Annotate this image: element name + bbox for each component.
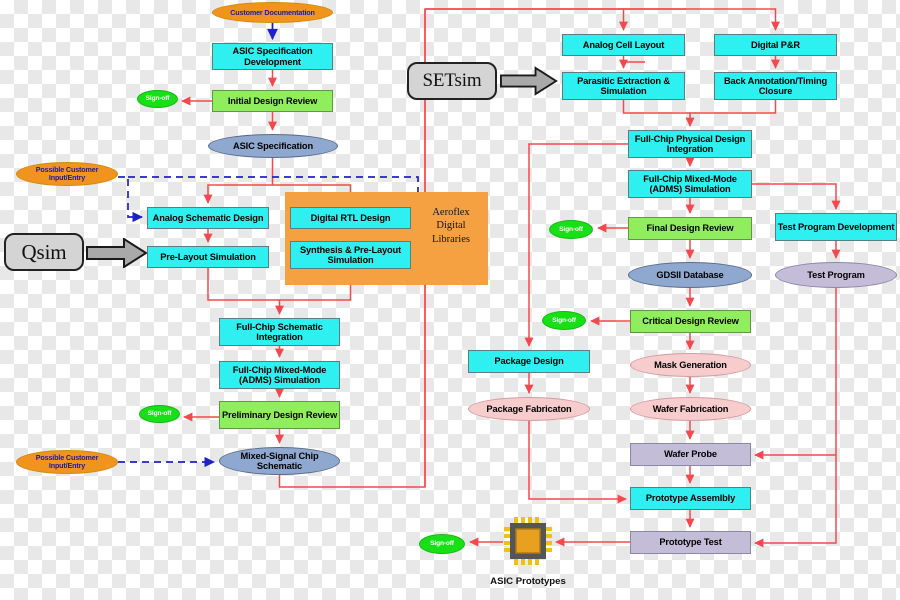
library-label-line2: Digital [436, 220, 466, 232]
flow-node-label: Package Design [494, 356, 564, 367]
flow-node-label: Pre-Layout Simulation [160, 251, 256, 262]
library-label-line3: Libraries [432, 233, 470, 245]
signoff-badge-signoff-prototype[interactable]: Sign-off [419, 534, 465, 554]
flow-node-full-chip-schematic-integration[interactable]: Full-Chip Schematic Integration [219, 318, 340, 346]
signoff-label: Sign-off [552, 316, 576, 324]
flow-node-label: Digital P&R [751, 39, 800, 50]
flow-node-label: Parasitic Extraction & Simulation [577, 75, 670, 96]
flow-node-final-design-review[interactable]: Final Design Review [628, 217, 752, 240]
flow-node-wafer-fabrication[interactable]: Wafer Fabrication [630, 397, 751, 421]
signoff-label: Sign-off [430, 540, 454, 548]
signoff-badge-signoff-final[interactable]: Sign-off [549, 220, 593, 239]
flow-node-digital-rtl-design[interactable]: Digital RTL Design [290, 207, 411, 229]
signoff-badge-signoff-critical[interactable]: Sign-off [542, 311, 586, 330]
flow-node-label: Wafer Probe [664, 449, 717, 460]
flow-node-mask-generation[interactable]: Mask Generation [630, 353, 751, 377]
flow-node-full-chip-physical-design-integration[interactable]: Full-Chip Physical Design Integration [628, 130, 752, 158]
diagram-canvas: Aeroflex Digital Libraries Qsim SETsim A… [0, 0, 900, 600]
flow-node-full-chip-mixed-mode-adms-left[interactable]: Full-Chip Mixed-Mode (ADMS) Simulation [219, 361, 340, 389]
flow-node-package-design[interactable]: Package Design [468, 350, 590, 373]
flow-node-full-chip-mixed-mode-adms-right[interactable]: Full-Chip Mixed-Mode (ADMS) Simulation [628, 170, 752, 198]
signoff-label: Sign-off [145, 95, 170, 103]
qsim-arrow-icon [86, 238, 148, 268]
flow-node-label: Prototype Test [659, 537, 722, 548]
asic-chip-icon [504, 517, 552, 565]
signoff-label: Sign-off [147, 410, 172, 418]
flow-node-asic-specification[interactable]: ASIC Specification [208, 134, 338, 158]
flow-node-label: Mask Generation [654, 359, 727, 370]
flow-node-label: Analog Cell Layout [582, 39, 665, 50]
flow-node-digital-pr[interactable]: Digital P&R [714, 34, 837, 56]
flow-node-label: GDSII Database [656, 269, 724, 280]
flow-node-label: Package Fabricaton [486, 403, 572, 414]
tool-setsim[interactable]: SETsim [407, 62, 497, 100]
flow-node-label: Mixed-Signal Chip Schematic [240, 450, 319, 471]
flow-node-pre-layout-simulation[interactable]: Pre-Layout Simulation [147, 246, 269, 268]
flow-node-back-annotation-timing-closure[interactable]: Back Annotation/Timing Closure [714, 72, 837, 100]
flow-node-package-fabrication[interactable]: Package Fabricaton [468, 397, 590, 421]
flow-node-label: Wafer Fabrication [652, 403, 729, 414]
flow-node-label: ASIC Specification [233, 140, 313, 151]
flow-node-label: Full-Chip Physical Design Integration [634, 133, 746, 154]
flow-node-test-program-development[interactable]: Test Program Development [775, 213, 897, 241]
flow-node-prototype-assembly[interactable]: Prototype Assemlbly [630, 487, 751, 510]
flow-node-label: ASIC Specification Development [232, 46, 313, 67]
flow-node-label: Test Program [807, 269, 865, 280]
flow-node-label: Full-Chip Mixed-Mode (ADMS) Simulation [643, 173, 737, 194]
flow-node-analog-cell-layout[interactable]: Analog Cell Layout [562, 34, 685, 56]
flow-node-wafer-probe[interactable]: Wafer Probe [630, 443, 751, 466]
flow-node-test-program[interactable]: Test Program [775, 262, 897, 288]
flow-node-prototype-test[interactable]: Prototype Test [630, 531, 751, 554]
flow-node-parasitic-extraction-simulation[interactable]: Parasitic Extraction & Simulation [562, 72, 685, 100]
tool-qsim[interactable]: Qsim [4, 233, 84, 271]
library-label-line1: Aeroflex [432, 207, 470, 218]
signoff-badge-signoff-initial[interactable]: Sign-off [137, 90, 178, 108]
flow-node-label: Customer Documentation [230, 7, 315, 17]
signoff-label: Sign-off [559, 225, 583, 233]
flow-node-label: Full-Chip Schematic Integration [236, 321, 323, 342]
aeroflex-digital-libraries-label: Aeroflex Digital Libraries [415, 206, 487, 246]
flow-node-label: Prototype Assemlbly [645, 493, 736, 504]
flow-node-label: Possible Customer Input/Entry [35, 453, 99, 470]
flow-node-label: Full-Chip Mixed-Mode (ADMS) Simulation [232, 364, 327, 385]
flow-node-possible-customer-input-1[interactable]: Possible Customer Input/Entry [16, 162, 118, 186]
flow-node-analog-schematic-design[interactable]: Analog Schematic Design [147, 207, 269, 229]
flow-node-preliminary-design-review[interactable]: Preliminary Design Review [219, 401, 340, 429]
flow-node-label: Critical Design Review [642, 316, 739, 327]
setsim-arrow-icon [500, 66, 558, 96]
flow-node-mixed-signal-chip-schematic[interactable]: Mixed-Signal Chip Schematic [219, 447, 340, 475]
flow-node-label: Initial Design Review [227, 95, 318, 106]
flow-node-label: Synthesis & Pre-Layout Simulation [299, 244, 402, 265]
flow-node-label: Possible Customer Input/Entry [35, 165, 99, 182]
flow-node-asic-spec-development[interactable]: ASIC Specification Development [212, 43, 333, 70]
flow-node-label: Digital RTL Design [310, 212, 391, 223]
flow-node-label: Test Program Development [777, 221, 895, 232]
flow-node-gdsii-database[interactable]: GDSII Database [628, 262, 752, 288]
flow-node-initial-design-review[interactable]: Initial Design Review [212, 90, 333, 112]
flow-node-possible-customer-input-2[interactable]: Possible Customer Input/Entry [16, 450, 118, 474]
flow-node-label: Analog Schematic Design [152, 212, 264, 223]
flow-node-critical-design-review[interactable]: Critical Design Review [630, 310, 751, 333]
flow-node-synthesis-pre-layout-sim[interactable]: Synthesis & Pre-Layout Simulation [290, 241, 411, 269]
flow-node-label: Final Design Review [646, 223, 734, 234]
signoff-badge-signoff-preliminary[interactable]: Sign-off [139, 405, 180, 423]
asic-prototypes-label: ASIC Prototypes [490, 576, 566, 587]
flow-node-label: Back Annotation/Timing Closure [723, 75, 828, 96]
flow-node-customer-documentation[interactable]: Customer Documentation [212, 2, 333, 23]
flow-node-label: Preliminary Design Review [221, 409, 338, 420]
